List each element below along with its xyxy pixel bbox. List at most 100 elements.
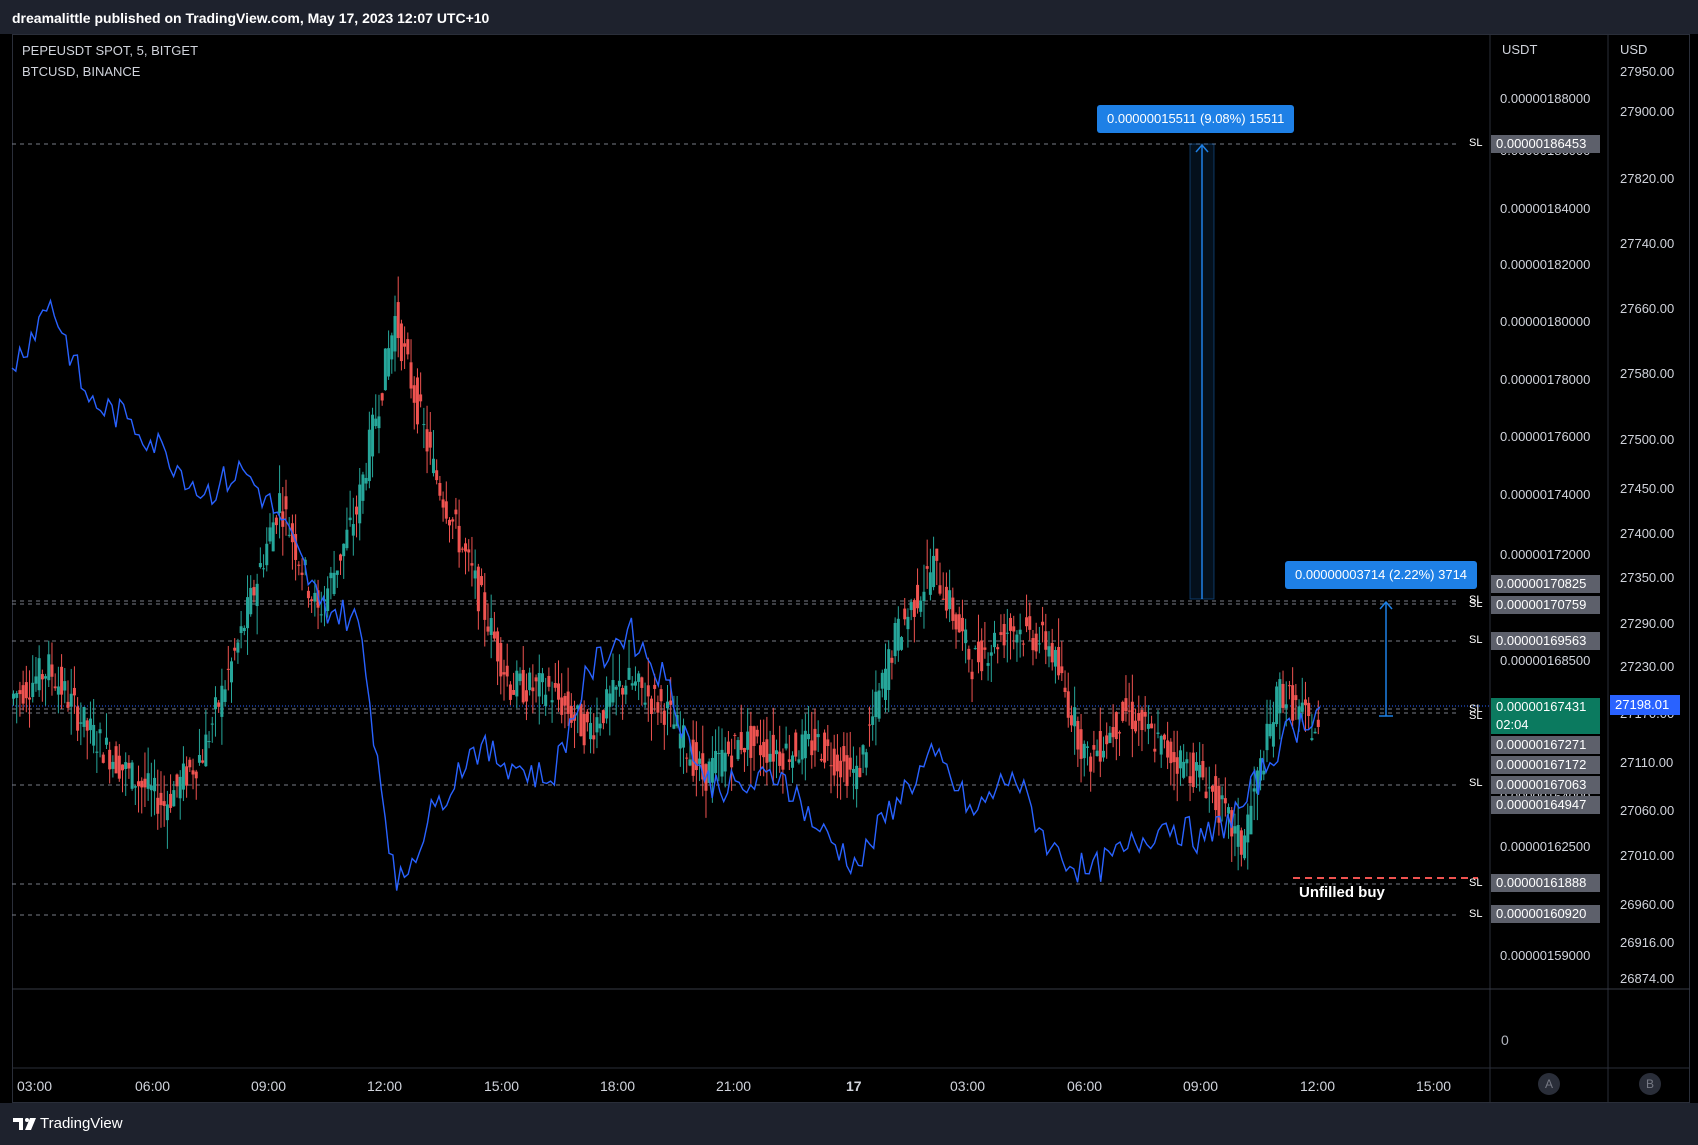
- candle-body: [111, 761, 115, 769]
- time-tick-label: 21:00: [716, 1078, 752, 1094]
- time-tick-label: 17: [846, 1078, 862, 1094]
- candle-body: [236, 642, 240, 653]
- candle-body: [1236, 824, 1240, 847]
- candle-body: [409, 362, 413, 389]
- candle-body: [300, 572, 304, 575]
- candle-body: [252, 587, 256, 596]
- sl-label: SL: [1469, 137, 1483, 149]
- candle-body: [553, 682, 557, 688]
- candle-body: [249, 587, 253, 615]
- candle-body: [829, 765, 833, 767]
- candle-body: [335, 570, 339, 575]
- candle-body: [127, 762, 131, 769]
- candle-body: [540, 673, 544, 683]
- candle-body: [1063, 687, 1067, 692]
- candle-body: [1127, 710, 1131, 712]
- candle-body: [617, 680, 621, 687]
- pepe-tick-label: 0.00000182000: [1500, 257, 1591, 272]
- legend-btc[interactable]: BTCUSD, BINANCE: [22, 64, 140, 79]
- candle-body: [1018, 629, 1022, 635]
- candle-body: [34, 676, 38, 684]
- candle-body: [839, 760, 843, 778]
- candle-body: [1246, 814, 1250, 843]
- candle-body: [72, 687, 76, 696]
- measure-small-label[interactable]: 0.00000003714 (2.22%) 3714: [1285, 561, 1478, 589]
- footer-bar: [0, 1103, 1698, 1145]
- candle-body: [900, 637, 904, 650]
- candle-body: [114, 746, 118, 774]
- time-tick-label: 09:00: [1183, 1078, 1219, 1094]
- pepe-tick-label: 0.00000178000: [1500, 372, 1591, 387]
- candle-body: [383, 348, 387, 391]
- pepe-candles: [12, 276, 1320, 871]
- candle-body: [932, 555, 936, 588]
- scale-b-button[interactable]: B: [1639, 1073, 1661, 1095]
- candle-body: [339, 554, 342, 561]
- measure-big-label[interactable]: 0.00000015511 (9.08%) 15511: [1097, 105, 1295, 133]
- candle-body: [547, 675, 551, 687]
- candle-body: [486, 626, 490, 632]
- candle-body: [480, 576, 484, 586]
- candle-body: [271, 522, 275, 552]
- candle-body: [44, 676, 48, 679]
- candle-body: [79, 722, 83, 724]
- candle-body: [1223, 798, 1227, 804]
- candle-body: [605, 689, 609, 719]
- btc-tick-label: 27350.00: [1620, 570, 1675, 585]
- candle-body: [217, 702, 221, 707]
- candle-body: [82, 706, 86, 727]
- candle-body: [762, 741, 766, 758]
- candle-body: [842, 746, 846, 762]
- candle-body: [1066, 691, 1070, 718]
- candle-body: [1194, 762, 1198, 771]
- candle-body: [37, 658, 41, 691]
- candle-body: [1278, 679, 1282, 714]
- unfilled-buy-label[interactable]: Unfilled buy: [1299, 884, 1385, 901]
- tradingview-brand: TradingView: [40, 1115, 123, 1132]
- legend-pepe[interactable]: PEPEUSDT SPOT, 5, BITGET: [22, 43, 198, 58]
- candle-body: [637, 673, 641, 682]
- btc-tick-label: 27110.00: [1620, 755, 1674, 770]
- candle-body: [941, 598, 945, 600]
- candle-body: [537, 672, 541, 697]
- btc-tick-label: 27580.00: [1620, 366, 1675, 381]
- candle-body: [1294, 695, 1298, 701]
- candle-body: [813, 728, 817, 751]
- price-tag-160920: 0.00000160920: [1491, 905, 1600, 923]
- candle-body: [178, 776, 182, 799]
- candle-body: [627, 667, 631, 680]
- time-tick-label: 09:00: [251, 1078, 287, 1094]
- auto-scale-button[interactable]: A: [1538, 1073, 1560, 1095]
- candle-body: [40, 674, 44, 680]
- candle-body: [473, 570, 477, 579]
- candle-body: [646, 685, 650, 697]
- candle-body: [976, 641, 980, 663]
- candle-body: [28, 697, 32, 700]
- candle-body: [589, 722, 593, 740]
- btc-line-series: [11, 298, 1321, 891]
- candle-body: [1082, 743, 1086, 759]
- candle-body: [585, 711, 589, 723]
- candle-body: [601, 710, 605, 724]
- candle-body: [656, 702, 660, 713]
- candle-body: [1287, 685, 1291, 687]
- candle-body: [332, 572, 336, 595]
- candle-body: [672, 724, 676, 729]
- candle-body: [201, 760, 205, 763]
- btc-tick-label: 27060.00: [1620, 803, 1675, 818]
- candle-body: [451, 519, 455, 522]
- candle-body: [544, 694, 548, 707]
- candle-body: [117, 755, 121, 779]
- candle-body: [1204, 791, 1208, 798]
- candle-body: [53, 686, 57, 689]
- candle-body: [191, 770, 195, 775]
- candle-body: [1060, 666, 1064, 674]
- candle-body: [1178, 750, 1182, 769]
- candle-body: [1201, 760, 1205, 778]
- candle-body: [1156, 732, 1160, 734]
- candle-body: [518, 673, 522, 682]
- candle-body: [794, 732, 798, 757]
- candle-body: [1034, 633, 1038, 652]
- candle-body: [973, 648, 977, 650]
- candle-body: [768, 753, 772, 762]
